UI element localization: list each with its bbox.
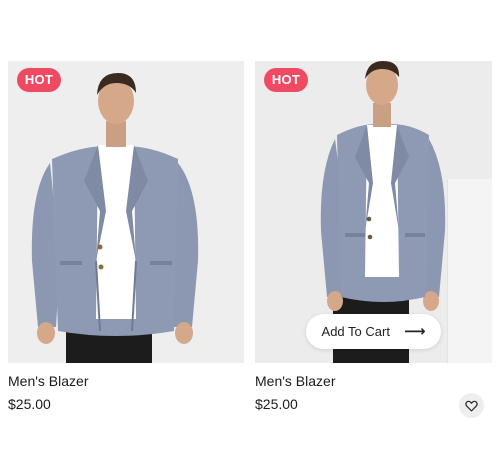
add-to-cart-label: Add To Cart bbox=[321, 324, 390, 339]
wishlist-button[interactable] bbox=[459, 393, 484, 418]
hot-badge: HOT bbox=[17, 68, 61, 92]
product-title[interactable]: Men's Blazer bbox=[8, 372, 244, 390]
product-price: $25.00 bbox=[8, 396, 51, 412]
product-image[interactable]: HOT bbox=[255, 61, 492, 363]
hot-badge: HOT bbox=[264, 68, 308, 92]
product-image[interactable]: HOT bbox=[8, 61, 244, 363]
man-in-blazer-photo bbox=[31, 73, 199, 363]
product-card[interactable]: HOT bbox=[255, 61, 492, 413]
product-price: $25.00 bbox=[255, 396, 298, 412]
product-title[interactable]: Men's Blazer bbox=[255, 372, 492, 390]
add-to-cart-button[interactable]: Add To Cart ⟶ bbox=[306, 314, 441, 349]
heart-icon bbox=[465, 400, 478, 411]
product-card[interactable]: HOT bbox=[8, 61, 244, 413]
arrow-right-icon: ⟶ bbox=[403, 323, 426, 340]
